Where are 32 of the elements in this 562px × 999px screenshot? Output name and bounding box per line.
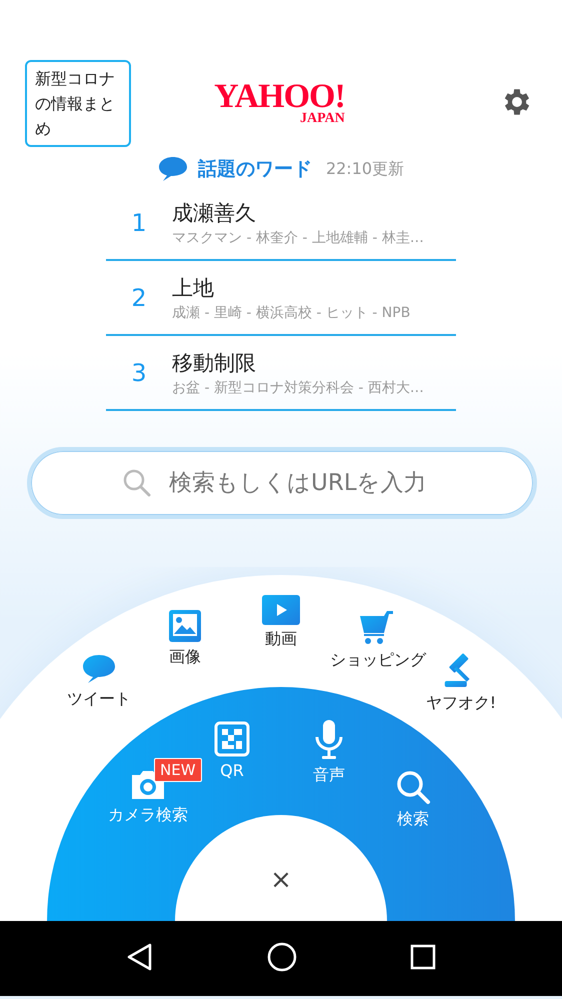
related-words: マスクマン - 林奎介 - 上地雄輔 - 林圭… bbox=[172, 228, 424, 246]
trending-word: 上地 bbox=[172, 274, 215, 302]
trending-word: 移動制限 bbox=[172, 350, 257, 376]
play-icon bbox=[262, 595, 300, 625]
menu-item[interactable]: ツイート bbox=[67, 653, 131, 710]
trending-item[interactable]: 3 移動制限 お盆 - 新型コロナ対策分科会 - 西村大… bbox=[106, 336, 456, 411]
search-field[interactable]: 検索もしくはURLを入力 bbox=[27, 447, 537, 519]
trending-word: 成瀬善久 bbox=[172, 200, 257, 226]
new-badge: NEW bbox=[154, 758, 202, 782]
menu-item[interactable]: 動画 bbox=[262, 595, 300, 650]
rank-number: 1 bbox=[130, 208, 148, 236]
menu-item[interactable]: 画像 bbox=[168, 609, 202, 668]
image-icon bbox=[168, 609, 202, 643]
close-button[interactable]: × bbox=[270, 865, 292, 895]
qr-code-icon bbox=[214, 721, 250, 757]
covid-info-link[interactable]: 新型コロナの情報まとめ bbox=[25, 60, 131, 147]
rank-number: 3 bbox=[130, 358, 148, 386]
search-icon bbox=[395, 769, 431, 805]
rank-number: 2 bbox=[130, 284, 148, 312]
speech-bubble-icon bbox=[81, 653, 117, 685]
speech-bubble-icon bbox=[158, 156, 188, 182]
trending-item[interactable]: 1 成瀬善久 マスクマン - 林奎介 - 上地雄輔 - 林圭… bbox=[106, 186, 456, 261]
trending-title: 話題のワード bbox=[198, 157, 312, 182]
microphone-icon bbox=[314, 719, 344, 761]
menu-item[interactable]: ヤフオク! bbox=[426, 651, 496, 714]
menu-item[interactable]: ショッピング bbox=[330, 610, 426, 671]
related-words: お盆 - 新型コロナ対策分科会 - 西村大… bbox=[172, 378, 424, 396]
yahoo-japan-logo: YAHOO! JAPAN bbox=[214, 82, 345, 126]
related-words: 成瀬 - 里崎 - 横浜高校 - ヒット - NPB bbox=[172, 304, 410, 322]
trending-item[interactable]: 2 上地 成瀬 - 里崎 - 横浜高校 - ヒット - NPB bbox=[106, 261, 456, 336]
update-time: 22:10更新 bbox=[326, 158, 404, 180]
menu-item[interactable]: 検索 bbox=[395, 769, 431, 830]
